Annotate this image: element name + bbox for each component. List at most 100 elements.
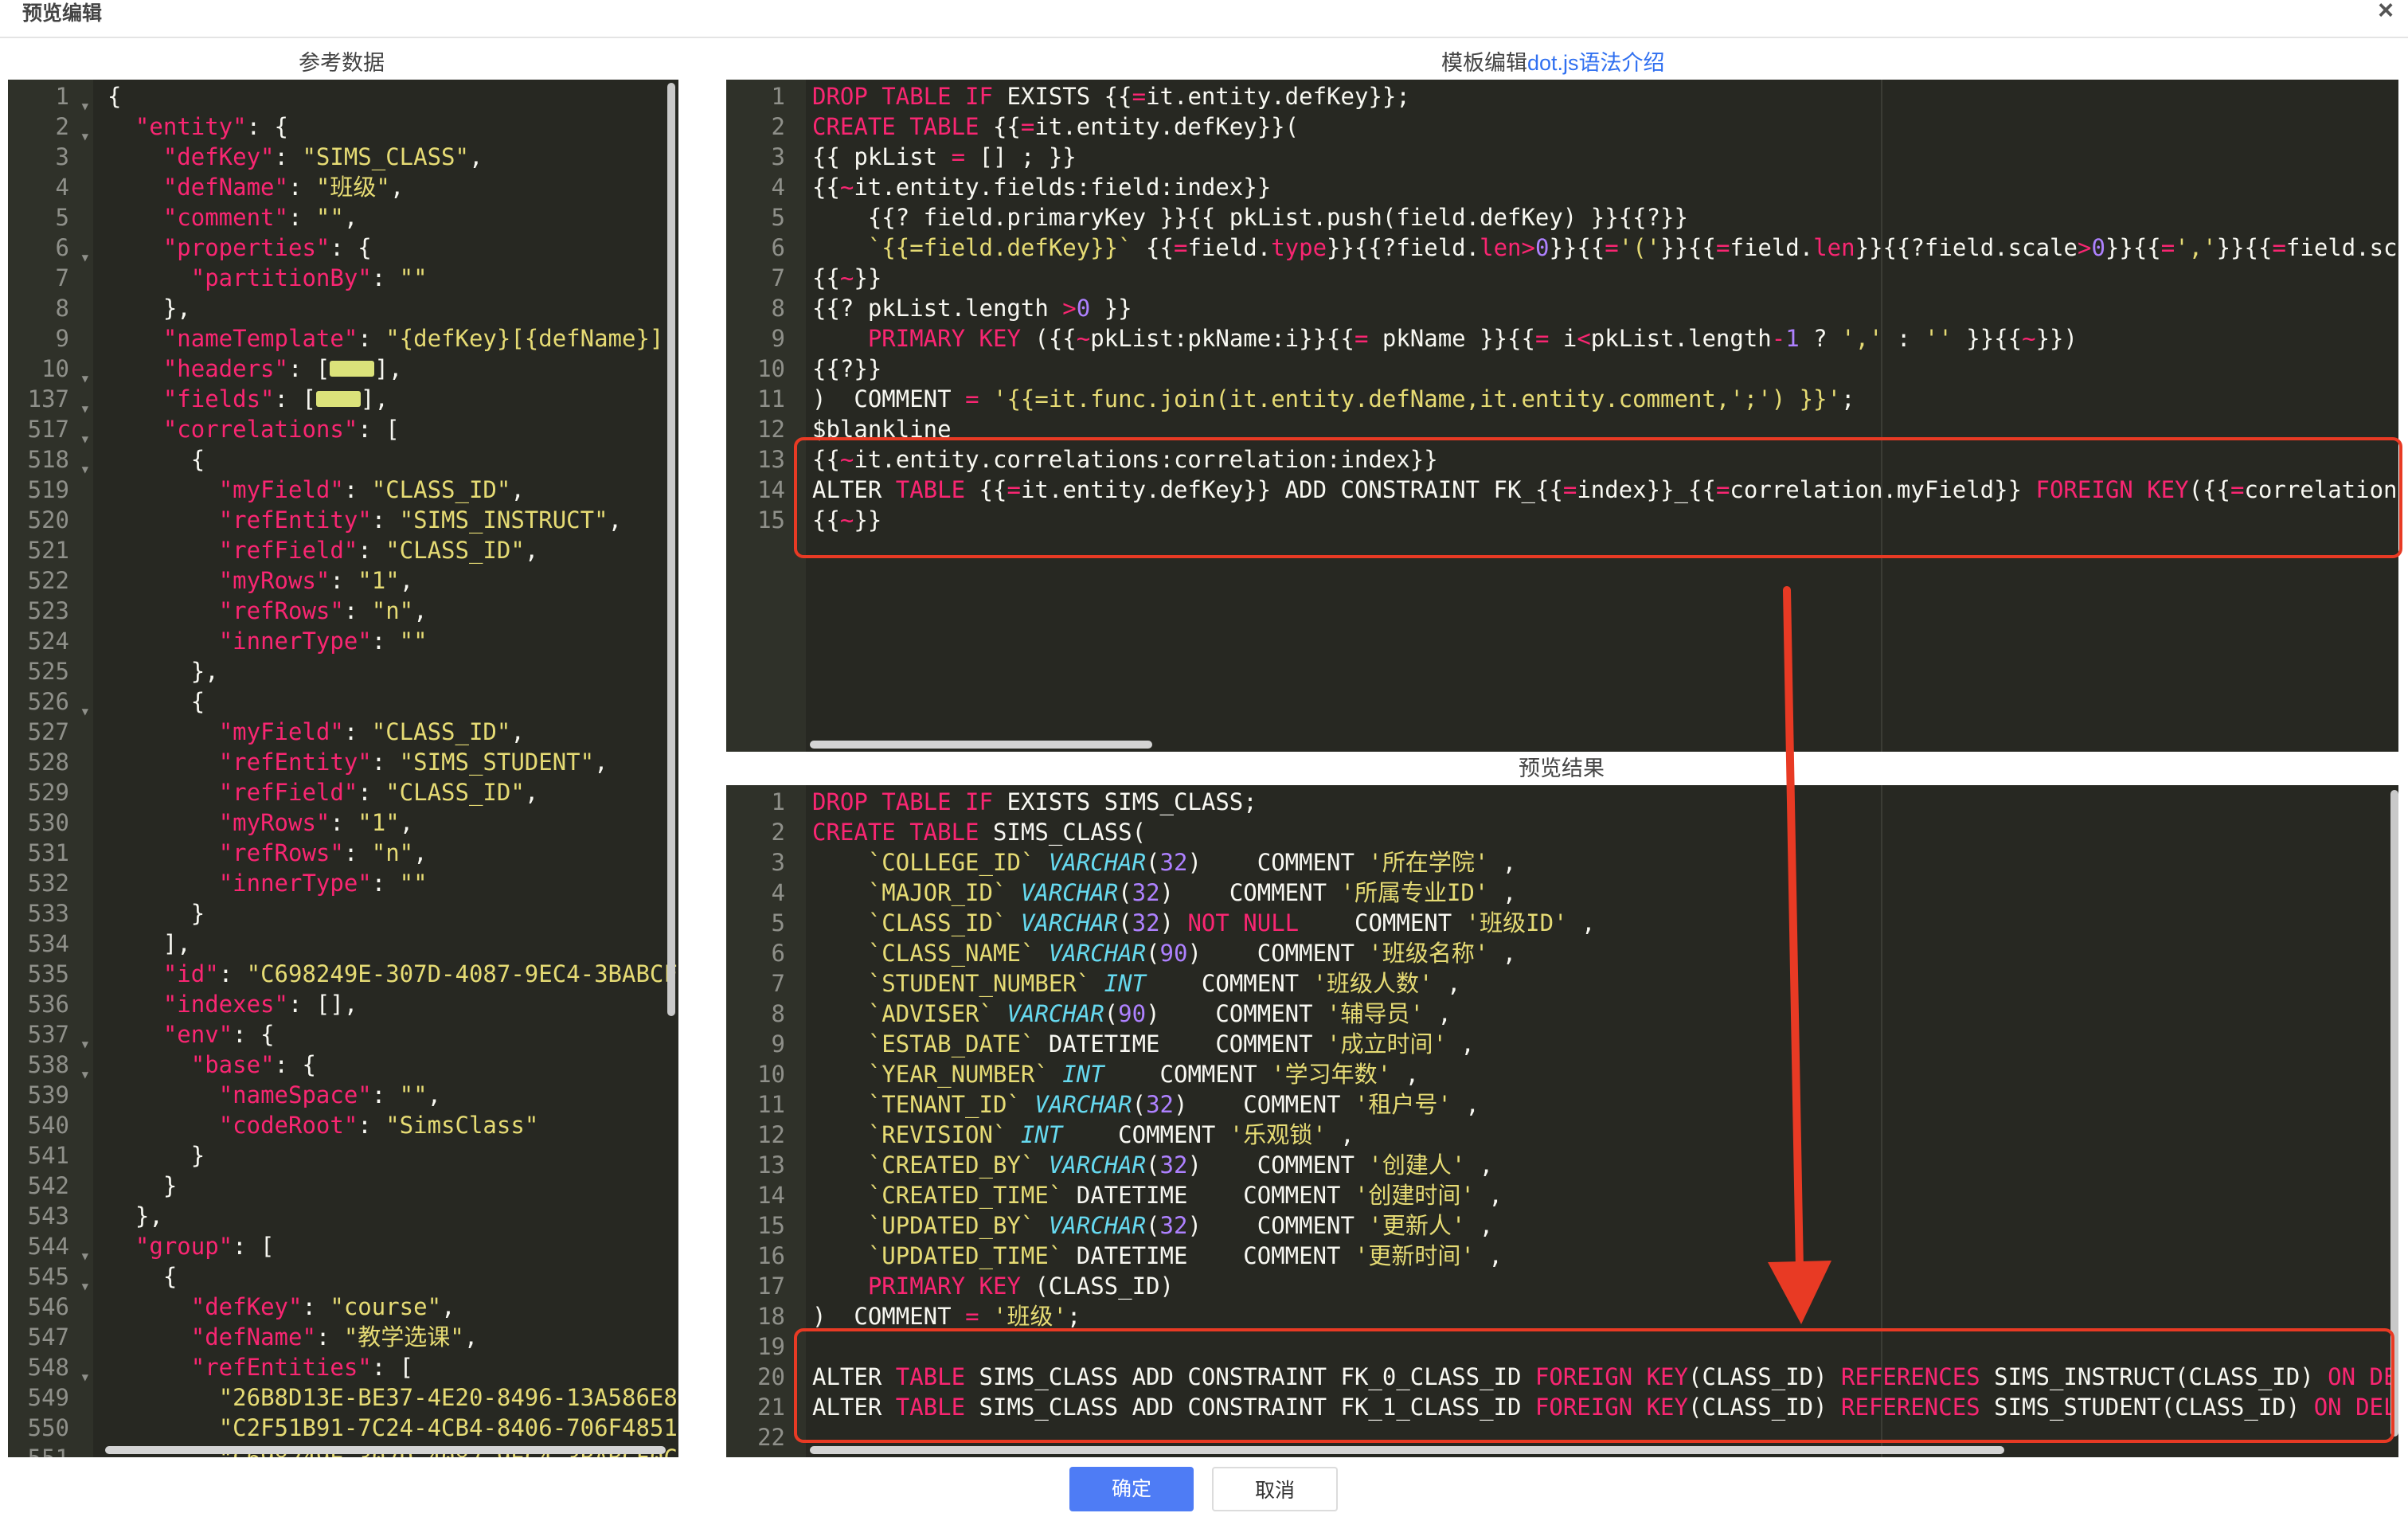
code-line[interactable]: "id": "C698249E-307D-4087-9EC4-3BABCF0 — [108, 959, 678, 989]
code-line[interactable]: "nameTemplate": "{defKey}[{defName}]", — [108, 323, 678, 354]
code-line[interactable]: "partitionBy": "" — [108, 263, 678, 293]
code-line[interactable]: {{ pkList = [] ; }} — [812, 142, 2398, 172]
collapsed-fold-icon[interactable] — [315, 391, 361, 407]
close-icon[interactable]: × — [2378, 0, 2394, 24]
code-line[interactable]: "defKey": "course", — [108, 1292, 678, 1322]
code-line[interactable]: "comment": "", — [108, 202, 678, 233]
line-number: 544 ▼ — [8, 1231, 93, 1263]
code-line[interactable]: }, — [108, 293, 678, 323]
line-number-text: 21 — [757, 1394, 785, 1421]
code-line[interactable]: "base": { — [108, 1050, 678, 1080]
code-line[interactable]: } — [108, 898, 678, 929]
code-line[interactable]: PRIMARY KEY ({{~pkList:pkName:i}}{{= pkN… — [812, 323, 2398, 354]
code-line[interactable]: {{?}} — [812, 354, 2398, 384]
code-line[interactable]: `ADVISER` VARCHAR(90) COMMENT '辅导员' , — [812, 999, 2398, 1029]
code-line[interactable]: `YEAR_NUMBER` INT COMMENT '学习年数' , — [812, 1059, 2398, 1089]
code-line[interactable]: { — [108, 686, 678, 717]
code-line[interactable]: "innerType": "" — [108, 626, 678, 656]
template-highlight-box — [794, 437, 2402, 558]
code-line[interactable]: "refEntity": "SIMS_INSTRUCT", — [108, 505, 678, 535]
code-line[interactable]: "correlations": [ — [108, 414, 678, 444]
code-line[interactable]: } — [108, 1171, 678, 1201]
code-line[interactable]: {{? pkList.length >0 }} — [812, 293, 2398, 323]
line-number: 530 — [8, 807, 93, 838]
code-line[interactable]: "myField": "CLASS_ID", — [108, 475, 678, 505]
preview-horizontal-scrollbar[interactable] — [810, 1446, 2004, 1454]
code-line[interactable]: ) COMMENT = '{{=it.func.join(it.entity.d… — [812, 384, 2398, 414]
line-number: 9 — [726, 323, 806, 354]
line-number: 14 — [726, 1180, 806, 1210]
code-line[interactable]: }, — [108, 656, 678, 686]
code-line[interactable]: "codeRoot": "SimsClass" — [108, 1110, 678, 1140]
code-line[interactable]: `REVISION` INT COMMENT '乐观锁' , — [812, 1120, 2398, 1150]
code-line[interactable]: `UPDATED_TIME` DATETIME COMMENT '更新时间' , — [812, 1241, 2398, 1271]
code-line[interactable]: "myRows": "1", — [108, 807, 678, 838]
collapsed-fold-icon[interactable] — [330, 361, 375, 377]
code-line[interactable]: "defName": "班级", — [108, 172, 678, 202]
code-line[interactable]: ) COMMENT = '班级'; — [812, 1301, 2398, 1331]
code-line[interactable]: "26B8D13E-BE37-4E20-8496-13A586E84 — [108, 1382, 678, 1413]
code-line[interactable]: ], — [108, 929, 678, 959]
code-line[interactable]: `MAJOR_ID` VARCHAR(32) COMMENT '所属专业ID' … — [812, 878, 2398, 908]
line-number: 7 — [726, 263, 806, 293]
code-line[interactable]: DROP TABLE IF EXISTS {{=it.entity.defKey… — [812, 81, 2398, 111]
code-line[interactable]: "C2F51B91-7C24-4CB4-8406-706F4851E — [108, 1413, 678, 1443]
code-line[interactable]: "properties": { — [108, 233, 678, 263]
code-line[interactable]: "fields": [], — [108, 384, 678, 414]
code-line[interactable]: `CREATED_TIME` DATETIME COMMENT '创建时间' , — [812, 1180, 2398, 1210]
code-line[interactable]: "indexes": [], — [108, 989, 678, 1019]
template-code[interactable]: DROP TABLE IF EXISTS {{=it.entity.defKey… — [812, 80, 2398, 752]
code-line[interactable]: `CLASS_NAME` VARCHAR(90) COMMENT '班级名称' … — [812, 938, 2398, 968]
code-line[interactable]: PRIMARY KEY (CLASS_ID) — [812, 1271, 2398, 1301]
line-number: 11 — [726, 384, 806, 414]
line-number-text: 6 — [771, 234, 785, 261]
code-line[interactable]: "env": { — [108, 1019, 678, 1050]
code-line[interactable]: CREATE TABLE {{=it.entity.defKey}}( — [812, 111, 2398, 142]
code-line[interactable]: "myField": "CLASS_ID", — [108, 717, 678, 747]
reference-horizontal-scrollbar[interactable] — [105, 1446, 666, 1454]
code-line[interactable]: `CLASS_ID` VARCHAR(32) NOT NULL COMMENT … — [812, 908, 2398, 938]
code-line[interactable]: {{? field.primaryKey }}{{ pkList.push(fi… — [812, 202, 2398, 233]
code-line[interactable]: { — [108, 81, 678, 111]
reference-data-editor[interactable]: 1 ▼ 2 ▼ 3 4 5 6 ▼ 7 8 9 10 ▼ 137 ▼ 517 ▼ 518 ▼ 519 520 521 522 5… — [8, 80, 678, 1457]
code-line[interactable]: `ESTAB_DATE` DATETIME COMMENT '成立时间' , — [812, 1029, 2398, 1059]
code-line[interactable]: "refField": "CLASS_ID", — [108, 535, 678, 565]
code-line[interactable]: `{{=field.defKey}}` {{=field.type}}{{?fi… — [812, 233, 2398, 263]
code-line[interactable]: CREATE TABLE SIMS_CLASS( — [812, 817, 2398, 847]
code-line[interactable]: DROP TABLE IF EXISTS SIMS_CLASS; — [812, 787, 2398, 817]
code-line[interactable]: "nameSpace": "", — [108, 1080, 678, 1110]
reference-code[interactable]: { "entity": { "defKey": "SIMS_CLASS", "d… — [108, 80, 678, 1457]
code-line[interactable]: "headers": [], — [108, 354, 678, 384]
code-line[interactable]: `TENANT_ID` VARCHAR(32) COMMENT '租户号' , — [812, 1089, 2398, 1120]
code-line[interactable]: `UPDATED_BY` VARCHAR(32) COMMENT '更新人' , — [812, 1210, 2398, 1241]
code-line[interactable]: "myRows": "1", — [108, 565, 678, 596]
code-line[interactable]: "refField": "CLASS_ID", — [108, 777, 678, 807]
reference-vertical-scrollbar[interactable] — [667, 83, 675, 1016]
code-line[interactable]: "refRows": "n", — [108, 838, 678, 868]
code-line[interactable]: {{~}} — [812, 263, 2398, 293]
code-line[interactable]: "refEntities": [ — [108, 1352, 678, 1382]
code-line[interactable]: } — [108, 1140, 678, 1171]
line-number: 5 — [726, 908, 806, 938]
code-line[interactable]: { — [108, 1261, 678, 1292]
code-line[interactable]: "defKey": "SIMS_CLASS", — [108, 142, 678, 172]
code-line[interactable]: "innerType": "" — [108, 868, 678, 898]
code-line[interactable]: {{~it.entity.fields:field:index}} — [812, 172, 2398, 202]
code-line[interactable]: { — [108, 444, 678, 475]
code-line[interactable]: "entity": { — [108, 111, 678, 142]
line-number-text: 8 — [771, 1000, 785, 1027]
template-horizontal-scrollbar[interactable] — [810, 741, 1152, 749]
line-number-text: 6 — [771, 940, 785, 967]
code-line[interactable]: `COLLEGE_ID` VARCHAR(32) COMMENT '所在学院' … — [812, 847, 2398, 878]
code-line[interactable]: "refRows": "n", — [108, 596, 678, 626]
dotjs-syntax-link[interactable]: dot.js语法介绍 — [1527, 51, 1665, 75]
template-editor[interactable]: 1 2 3 4 5 6 7 8 9 10 11 12 13 14 15 DROP TABLE IF EXIS… — [726, 80, 2398, 752]
code-line[interactable]: "defName": "教学选课", — [108, 1322, 678, 1352]
line-number: 517 ▼ — [8, 414, 93, 446]
line-number: 527 — [8, 717, 93, 747]
code-line[interactable]: }, — [108, 1201, 678, 1231]
code-line[interactable]: "refEntity": "SIMS_STUDENT", — [108, 747, 678, 777]
code-line[interactable]: "group": [ — [108, 1231, 678, 1261]
code-line[interactable]: `STUDENT_NUMBER` INT COMMENT '班级人数' , — [812, 968, 2398, 999]
code-line[interactable]: `CREATED_BY` VARCHAR(32) COMMENT '创建人' , — [812, 1150, 2398, 1180]
